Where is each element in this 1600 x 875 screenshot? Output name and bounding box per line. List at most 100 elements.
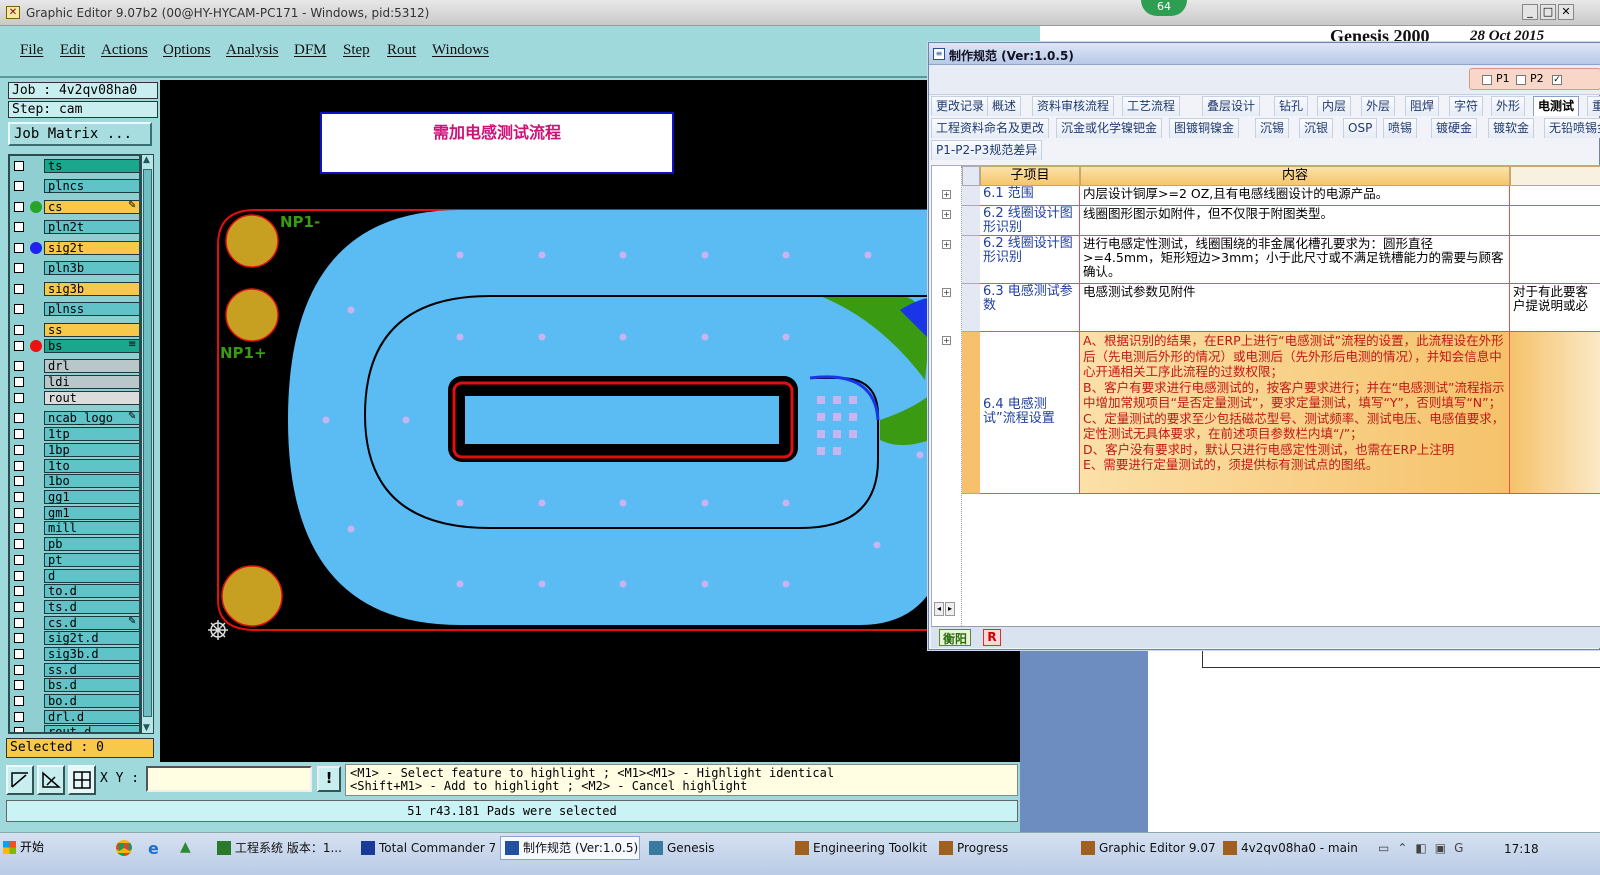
tab[interactable]: 图镀铜镍金 — [1169, 118, 1240, 138]
tab[interactable]: 工艺流程 — [1122, 96, 1181, 116]
layer-row[interactable]: gg1 — [10, 489, 139, 505]
hscroll-left-icon[interactable]: ◂ — [934, 602, 944, 616]
layer-name[interactable]: rout — [44, 391, 139, 405]
scroll-thumb[interactable] — [143, 169, 152, 717]
minimize-button[interactable]: _ — [1522, 4, 1538, 20]
taskbar-item[interactable]: 工程系统 版本：1... — [212, 836, 352, 860]
tab[interactable]: 外形 — [1491, 96, 1526, 116]
tab[interactable]: 镀硬金 — [1431, 118, 1478, 138]
layer-list[interactable]: ts plncs cs ✎ pln2t sig2t pln3b sig3b plnss ss bs ≡… — [8, 154, 141, 734]
layer-checkbox[interactable] — [14, 393, 24, 403]
layer-row[interactable]: 1to — [10, 458, 139, 474]
layer-checkbox[interactable] — [14, 571, 24, 581]
layer-name[interactable]: drl — [44, 359, 139, 373]
taskbar-item[interactable]: 4v2qv08ha0 - main_qa — [1218, 836, 1358, 860]
layer-row[interactable]: pln3b — [10, 260, 139, 276]
expand-row-icon[interactable]: + — [942, 240, 951, 249]
layer-row[interactable]: bo.d — [10, 693, 139, 709]
row-selector[interactable] — [962, 284, 980, 332]
start-button[interactable]: 开始 — [0, 836, 50, 860]
layer-checkbox[interactable] — [14, 555, 24, 565]
tab[interactable]: 电测试 — [1533, 96, 1580, 116]
graphic-canvas[interactable]: 需加电感测试流程 NP1- NP1+ — [160, 80, 1020, 762]
taskbar-item[interactable]: Progress — [934, 836, 1074, 860]
tab[interactable]: 更改记录 — [931, 96, 990, 116]
tab[interactable]: 钻孔 — [1274, 96, 1309, 116]
layer-row[interactable]: 1tp — [10, 426, 139, 442]
layer-row[interactable]: ldi — [10, 374, 139, 390]
layer-checkbox[interactable] — [14, 461, 24, 471]
layer-checkbox[interactable] — [14, 263, 24, 273]
warning-button[interactable]: ! — [317, 766, 341, 792]
taskbar-item[interactable]: Genesis — [644, 836, 788, 860]
layer-row[interactable]: 1bo — [10, 473, 139, 489]
layer-name[interactable]: plnss — [44, 302, 139, 316]
layer-checkbox[interactable] — [14, 161, 24, 171]
tab[interactable]: 字符 — [1449, 96, 1484, 116]
layer-row[interactable]: rout — [10, 390, 139, 406]
layer-checkbox[interactable] — [14, 586, 24, 596]
job-matrix-button[interactable]: Job Matrix ... — [8, 122, 152, 146]
row-selector[interactable] — [962, 236, 980, 284]
layer-checkbox[interactable] — [14, 712, 24, 722]
layer-row[interactable]: ts.d — [10, 599, 139, 615]
tab[interactable]: 内层 — [1317, 96, 1352, 116]
layer-checkbox[interactable] — [14, 377, 24, 387]
tab[interactable]: 资料审核流程 — [1032, 96, 1115, 116]
layer-name[interactable]: ss.d — [44, 663, 139, 677]
xy-input[interactable] — [146, 766, 312, 792]
layer-checkbox[interactable] — [14, 202, 24, 212]
layer-row[interactable]: sig3b.d — [10, 646, 139, 662]
expand-row-icon[interactable]: + — [942, 336, 951, 345]
layer-row[interactable]: sig2t.d — [10, 630, 139, 646]
layer-name[interactable]: sig3b — [44, 282, 139, 296]
layer-checkbox[interactable] — [14, 539, 24, 549]
tab[interactable]: 工程资料命名及更改 — [931, 118, 1050, 138]
layer-name[interactable]: sig2t — [44, 241, 139, 255]
layer-checkbox[interactable] — [14, 284, 24, 294]
layer-name[interactable]: ts — [44, 159, 139, 173]
menu-step[interactable]: Step — [343, 42, 370, 59]
expand-row-icon[interactable]: + — [942, 288, 951, 297]
layer-checkbox[interactable] — [14, 618, 24, 628]
menu-edit[interactable]: Edit — [60, 42, 85, 59]
layer-checkbox[interactable] — [14, 445, 24, 455]
layer-checkbox[interactable] — [14, 304, 24, 314]
row-selector[interactable] — [962, 206, 980, 236]
row-selector[interactable] — [962, 186, 980, 206]
row-selector[interactable] — [962, 332, 980, 494]
tab[interactable]: P1-P2-P3规范差异 — [931, 140, 1043, 160]
layer-row[interactable]: ss — [10, 322, 139, 338]
layer-name[interactable]: plncs — [44, 179, 139, 193]
layer-row[interactable]: drl.d — [10, 709, 139, 725]
maximize-button[interactable]: □ — [1540, 4, 1556, 20]
layer-row[interactable]: pt — [10, 552, 139, 568]
taskbar-item[interactable]: 制作规范 (Ver:1.0.5) — [500, 836, 640, 860]
scroll-up-icon[interactable]: ▲ — [143, 155, 150, 165]
layer-name[interactable]: rout.d — [44, 725, 139, 732]
taskbar-item[interactable]: Engineering Toolkit 9.... — [790, 836, 930, 860]
snap-tool-button[interactable] — [6, 765, 34, 795]
layer-name[interactable]: mill — [44, 521, 139, 535]
layer-row[interactable]: ts — [10, 158, 139, 174]
expand-row-icon[interactable]: + — [942, 210, 951, 219]
layer-row[interactable]: rout.d — [10, 724, 139, 732]
layer-row[interactable]: bs ≡ — [10, 338, 139, 354]
tab[interactable]: 无铅喷锡金 — [1544, 118, 1600, 138]
menu-windows[interactable]: Windows — [432, 42, 489, 59]
layer-name[interactable]: ts.d — [44, 600, 139, 614]
scroll-down-icon[interactable]: ▼ — [143, 723, 150, 733]
layer-checkbox[interactable] — [14, 696, 24, 706]
layer-name[interactable]: ncab_logo — [44, 411, 139, 425]
layer-name[interactable]: to.d — [44, 584, 139, 598]
layer-row[interactable]: ncab_logo ✎ — [10, 410, 139, 426]
layer-name[interactable]: sig2t.d — [44, 631, 139, 645]
tab[interactable]: 概述 — [987, 96, 1022, 116]
layer-name[interactable]: drl.d — [44, 710, 139, 724]
tab[interactable]: 阻焊 — [1405, 96, 1440, 116]
layer-row[interactable]: bs.d — [10, 677, 139, 693]
tab[interactable]: 沉金或化学镍钯金 — [1056, 118, 1163, 138]
menu-options[interactable]: Options — [163, 42, 211, 59]
layer-checkbox[interactable] — [14, 602, 24, 612]
p2-checkbox[interactable] — [1516, 75, 1526, 85]
